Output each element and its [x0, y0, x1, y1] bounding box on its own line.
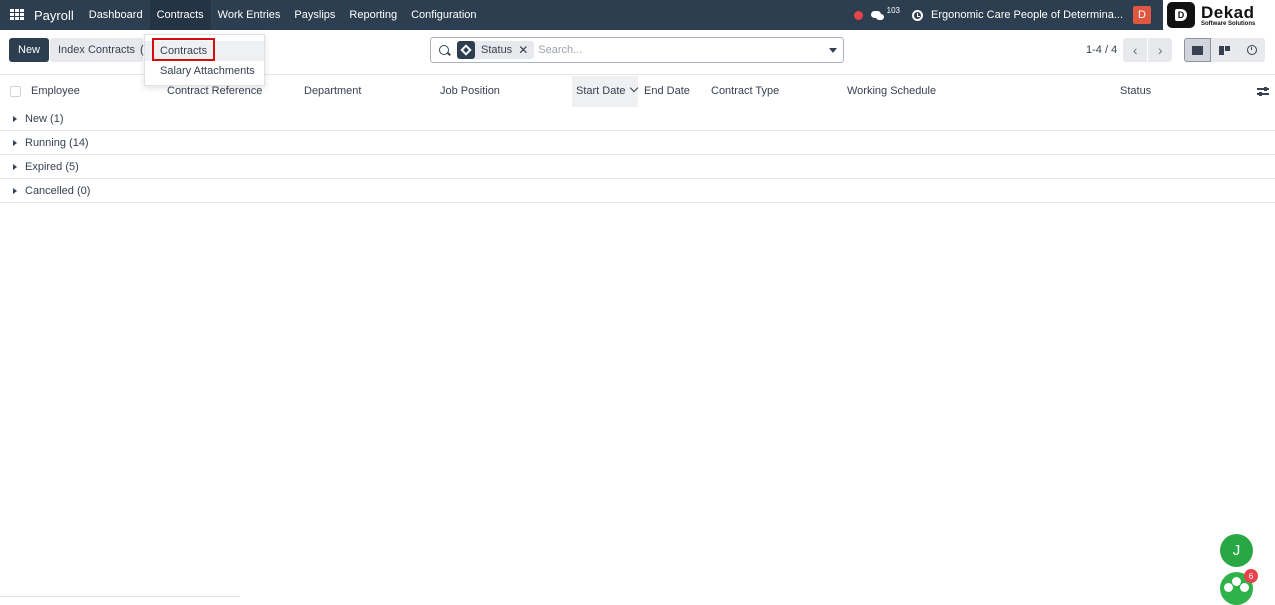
column-department[interactable]: Department — [304, 76, 361, 107]
caret-right-icon — [13, 163, 17, 170]
caret-right-icon — [13, 139, 17, 146]
caret-right-icon — [13, 187, 17, 194]
index-contracts-button[interactable]: Index Contracts — [50, 38, 144, 62]
menu-work-entries[interactable]: Work Entries — [211, 0, 288, 30]
group-label: New (1) — [25, 112, 64, 125]
search-input[interactable] — [538, 44, 809, 56]
group-label: Cancelled (0) — [25, 184, 91, 197]
pager-next-button[interactable]: › — [1148, 38, 1173, 62]
user-avatar[interactable]: D — [1133, 6, 1151, 24]
list-view-button[interactable] — [1184, 38, 1211, 62]
sort-down-icon — [629, 83, 638, 93]
facet-label: Status — [481, 44, 513, 56]
dropdown-item-contracts[interactable]: Contracts — [145, 41, 264, 61]
menu-payslips[interactable]: Payslips — [287, 0, 342, 30]
contracts-dropdown: Contracts Salary Attachments — [144, 34, 265, 86]
activity-view-icon — [1246, 45, 1257, 55]
kanban-view-icon — [1219, 45, 1230, 55]
app-name[interactable]: Payroll — [34, 8, 74, 23]
pager-previous-button[interactable]: ‹ — [1123, 38, 1148, 62]
search-bar: Status ✕ — [430, 37, 844, 63]
facet-remove-icon[interactable]: ✕ — [518, 43, 528, 57]
dekad-logo-icon: D — [1167, 2, 1195, 28]
group-label: Expired (5) — [25, 160, 79, 173]
column-employee[interactable]: Employee — [31, 76, 80, 107]
search-options-toggle[interactable] — [823, 38, 843, 62]
brand-subtitle: Software Solutions — [1201, 20, 1256, 27]
list-view-icon — [1192, 45, 1203, 55]
navbar-systray: 103 Ergonomic Care People of Determina..… — [853, 0, 1275, 30]
column-status[interactable]: Status — [1120, 76, 1151, 107]
chat-count-badge: 103 — [886, 5, 901, 15]
chat-icon[interactable] — [870, 10, 885, 20]
status-dot-icon[interactable] — [853, 10, 863, 20]
notification-badge: 6 — [1244, 569, 1258, 583]
pager-value[interactable]: 1-4 / 4 — [1086, 44, 1117, 56]
clock-icon[interactable] — [912, 9, 924, 21]
menu-reporting[interactable]: Reporting — [342, 0, 404, 30]
group-row-new[interactable]: New (1) — [0, 107, 1275, 131]
brand-name: Dekad — [1201, 2, 1255, 22]
column-working-schedule[interactable]: Working Schedule — [847, 76, 936, 107]
menu-configuration[interactable]: Configuration — [404, 0, 483, 30]
group-row-cancelled[interactable]: Cancelled (0) — [0, 179, 1275, 203]
column-start-date[interactable]: Start Date — [572, 76, 638, 107]
group-label: Running (14) — [25, 136, 89, 149]
menu-contracts[interactable]: Contracts — [149, 0, 211, 30]
company-switcher[interactable]: Ergonomic Care People of Determina... — [931, 9, 1123, 21]
activity-view-button[interactable] — [1238, 38, 1265, 62]
caret-right-icon — [13, 115, 17, 122]
view-switcher — [1184, 38, 1265, 62]
column-end-date[interactable]: End Date — [644, 76, 690, 107]
status-facet: Status ✕ — [457, 41, 535, 59]
pager: 1-4 / 4 ‹ › — [1086, 38, 1173, 62]
menu-dashboard[interactable]: Dashboard — [82, 0, 150, 30]
bottom-divider — [0, 596, 240, 597]
column-start-date-label: Start Date — [576, 85, 626, 97]
select-all-checkbox[interactable] — [10, 86, 21, 97]
layers-icon — [457, 41, 475, 59]
optional-columns-icon[interactable] — [1257, 85, 1269, 97]
column-job-position[interactable]: Job Position — [440, 76, 500, 107]
brand-logo: D Dekad Software Solutions — [1163, 0, 1275, 30]
top-navbar: Payroll Dashboard Contracts Work Entries… — [0, 0, 1275, 30]
apps-grid-icon[interactable] — [10, 9, 24, 21]
caret-down-icon — [829, 47, 837, 53]
column-contract-type[interactable]: Contract Type — [711, 76, 779, 107]
chat-avatar[interactable]: J — [1220, 534, 1253, 567]
kanban-view-button[interactable] — [1211, 38, 1238, 62]
group-row-expired[interactable]: Expired (5) — [0, 155, 1275, 179]
main-menu: Dashboard Contracts Work Entries Payslip… — [82, 0, 484, 30]
group-row-running[interactable]: Running (14) — [0, 131, 1275, 155]
search-icon[interactable] — [439, 45, 449, 55]
new-button[interactable]: New — [9, 38, 50, 62]
dropdown-item-salary-attachments[interactable]: Salary Attachments — [145, 61, 264, 81]
